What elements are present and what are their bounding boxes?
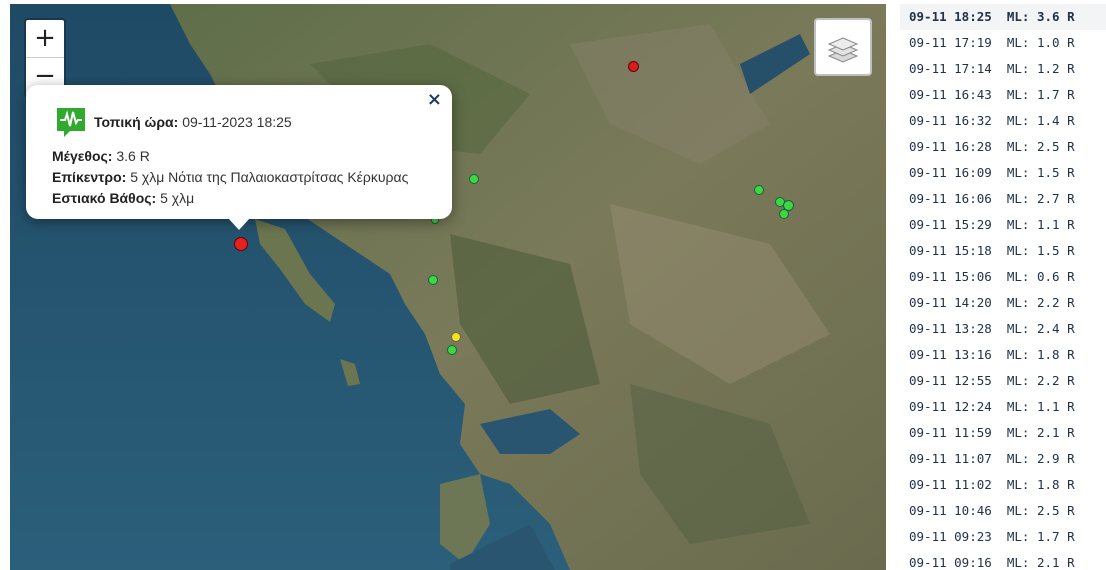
list-item-magnitude: ML: 2.5 R (1006, 503, 1075, 518)
earthquake-marker[interactable] (451, 332, 461, 342)
list-item-magnitude: ML: 2.2 R (1006, 295, 1075, 310)
list-item-time: 09-11 12:24 (909, 399, 992, 414)
list-item-time: 09-11 13:28 (909, 321, 992, 336)
list-item-time: 09-11 16:28 (909, 139, 992, 154)
list-item-time: 09-11 13:16 (909, 347, 992, 362)
list-item-time: 09-11 16:32 (909, 113, 992, 128)
list-item-magnitude: ML: 2.9 R (1006, 451, 1075, 466)
list-item[interactable]: 09-11 11:07 ML: 2.9 R (900, 446, 1106, 472)
epicenter-value: 5 χλμ Νότια της Παλαιοκαστρίτσας Κέρκυρα… (130, 169, 409, 185)
list-item[interactable]: 09-11 11:02 ML: 1.8 R (900, 472, 1106, 498)
map[interactable]: + − × Τοπική ώρα: 09-11-2023 18:25 Μέγεθ… (10, 4, 886, 570)
earthquake-marker[interactable] (628, 61, 639, 72)
list-item-magnitude: ML: 2.5 R (1006, 139, 1075, 154)
list-item-magnitude: ML: 1.0 R (1006, 35, 1075, 50)
list-item[interactable]: 09-11 15:29 ML: 1.1 R (900, 212, 1106, 238)
earthquake-marker[interactable] (428, 275, 438, 285)
list-item-magnitude: ML: 1.2 R (1006, 61, 1075, 76)
list-item-time: 09-11 14:20 (909, 295, 992, 310)
list-item-time: 09-11 10:46 (909, 503, 992, 518)
list-item-time: 09-11 11:07 (909, 451, 992, 466)
list-item-time: 09-11 15:18 (909, 243, 992, 258)
list-item-magnitude: ML: 1.7 R (1006, 87, 1075, 102)
list-item-magnitude: ML: 2.1 R (1006, 555, 1075, 570)
list-item-time: 09-11 11:02 (909, 477, 992, 492)
epicenter-row: Επίκεντρο: 5 χλμ Νότια της Παλαιοκαστρίτ… (52, 169, 408, 185)
earthquake-marker[interactable] (469, 174, 479, 184)
list-item-time: 09-11 16:06 (909, 191, 992, 206)
earthquake-list[interactable]: 09-11 18:25 ML: 3.6 R 09-11 17:19 ML: 1.0… (900, 4, 1106, 570)
list-item-time: 09-11 09:16 (909, 555, 992, 570)
list-item-magnitude: ML: 1.4 R (1006, 113, 1075, 128)
list-item-time: 09-11 15:29 (909, 217, 992, 232)
list-item[interactable]: 09-11 16:06 ML: 2.7 R (900, 186, 1106, 212)
list-item-time: 09-11 12:55 (909, 373, 992, 388)
list-item-time: 09-11 16:09 (909, 165, 992, 180)
list-item[interactable]: 09-11 15:06 ML: 0.6 R (900, 264, 1106, 290)
list-item[interactable]: 09-11 16:32 ML: 1.4 R (900, 108, 1106, 134)
popup-tip (228, 218, 250, 230)
list-item[interactable]: 09-11 12:24 ML: 1.1 R (900, 394, 1106, 420)
list-item-magnitude: ML: 1.8 R (1006, 347, 1075, 362)
list-item[interactable]: 09-11 12:55 ML: 2.2 R (900, 368, 1106, 394)
list-item[interactable]: 09-11 16:28 ML: 2.5 R (900, 134, 1106, 160)
list-item[interactable]: 09-11 09:16 ML: 2.1 R (900, 550, 1106, 570)
layers-button[interactable] (814, 18, 872, 76)
list-item[interactable]: 09-11 17:19 ML: 1.0 R (900, 30, 1106, 56)
list-item[interactable]: 09-11 10:46 ML: 2.5 R (900, 498, 1106, 524)
depth-row: Εστιακό Βάθος: 5 χλμ (52, 190, 194, 206)
list-item-time: 09-11 16:43 (909, 87, 992, 102)
list-item-time: 09-11 11:59 (909, 425, 992, 440)
epicenter-label: Επίκεντρο: (52, 169, 127, 185)
magnitude-label: Μέγεθος: (52, 148, 113, 164)
list-item-magnitude: ML: 2.4 R (1006, 321, 1075, 336)
list-item-magnitude: ML: 2.7 R (1006, 191, 1075, 206)
list-item-magnitude: ML: 1.1 R (1006, 217, 1075, 232)
depth-value: 5 χλμ (160, 190, 195, 206)
list-item[interactable]: 09-11 17:14 ML: 1.2 R (900, 56, 1106, 82)
list-item[interactable]: 09-11 18:25 ML: 3.6 R (900, 4, 1106, 30)
magnitude-value: 3.6 R (116, 148, 150, 164)
list-item-magnitude: ML: 2.2 R (1006, 373, 1075, 388)
seismograph-icon (57, 108, 85, 137)
list-item[interactable]: 09-11 11:59 ML: 2.1 R (900, 420, 1106, 446)
time-label: Τοπική ώρα: (94, 114, 179, 130)
list-item-magnitude: ML: 1.1 R (1006, 399, 1075, 414)
zoom-in-button[interactable]: + (26, 20, 64, 57)
list-item-time: 09-11 17:14 (909, 61, 992, 76)
time-value: 09-11-2023 18:25 (182, 114, 292, 130)
earthquake-popup: × Τοπική ώρα: 09-11-2023 18:25 Μέγεθος: … (26, 85, 452, 230)
list-item[interactable]: 09-11 13:28 ML: 2.4 R (900, 316, 1106, 342)
list-item-magnitude: ML: 1.7 R (1006, 529, 1075, 544)
list-item-magnitude: ML: 2.1 R (1006, 425, 1075, 440)
list-item-magnitude: ML: 1.5 R (1006, 165, 1075, 180)
list-item-time: 09-11 09:23 (909, 529, 992, 544)
list-item[interactable]: 09-11 15:18 ML: 1.5 R (900, 238, 1106, 264)
earthquake-marker[interactable] (779, 209, 789, 219)
list-item[interactable]: 09-11 14:20 ML: 2.2 R (900, 290, 1106, 316)
list-item[interactable]: 09-11 16:43 ML: 1.7 R (900, 82, 1106, 108)
list-item-time: 09-11 17:19 (909, 35, 992, 50)
list-item[interactable]: 09-11 16:09 ML: 1.5 R (900, 160, 1106, 186)
close-icon[interactable]: × (427, 89, 442, 110)
list-item-magnitude: ML: 0.6 R (1006, 269, 1075, 284)
list-item[interactable]: 09-11 09:23 ML: 1.7 R (900, 524, 1106, 550)
popup-header: Τοπική ώρα: 09-11-2023 18:25 (54, 105, 292, 139)
list-item-magnitude: ML: 1.8 R (1006, 477, 1075, 492)
list-item-magnitude: ML: 1.5 R (1006, 243, 1075, 258)
list-item-time: 09-11 18:25 (909, 9, 992, 24)
list-item-magnitude: ML: 3.6 R (1006, 9, 1075, 24)
earthquake-marker[interactable] (234, 237, 248, 251)
list-item[interactable]: 09-11 13:16 ML: 1.8 R (900, 342, 1106, 368)
list-item-time: 09-11 15:06 (909, 269, 992, 284)
magnitude-row: Μέγεθος: 3.6 R (52, 148, 150, 164)
earthquake-marker[interactable] (447, 345, 457, 355)
depth-label: Εστιακό Βάθος: (52, 190, 157, 206)
layers-icon (827, 37, 859, 63)
earthquake-marker[interactable] (754, 185, 764, 195)
